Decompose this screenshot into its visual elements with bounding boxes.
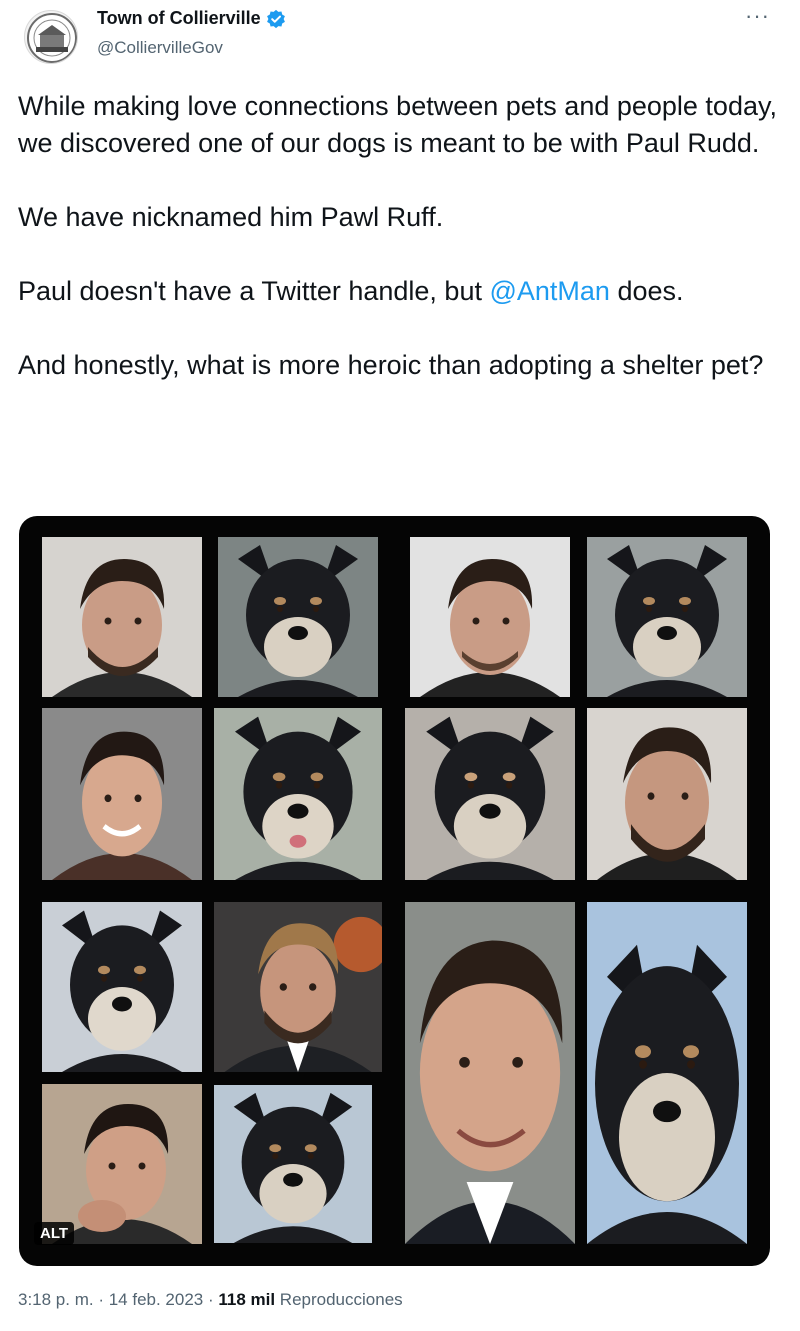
person-photo-icon (405, 902, 575, 1244)
person-photo-icon (42, 708, 202, 880)
photo-person[interactable] (42, 537, 202, 697)
person-photo-icon (587, 708, 747, 880)
verified-badge-icon (266, 9, 285, 28)
person-photo-icon (42, 1084, 202, 1244)
tweet-paragraph: We have nicknamed him Pawl Ruff. (18, 202, 444, 232)
photo-dog[interactable] (42, 902, 202, 1072)
separator: · (93, 1290, 109, 1309)
separator: · (203, 1290, 219, 1309)
text-fragment: Paul doesn't have a Twitter handle, but (18, 276, 490, 306)
dog-photo-icon (42, 902, 202, 1072)
text-fragment: does. (609, 276, 684, 306)
dog-photo-icon (587, 537, 747, 697)
photo-person[interactable] (214, 902, 382, 1072)
tweet-date[interactable]: 14 feb. 2023 (109, 1290, 204, 1309)
tweet-text: While making love connections between pe… (18, 88, 780, 421)
tweet-metadata: 3:18 p. m. · 14 feb. 2023 · 118 mil Repr… (18, 1290, 403, 1310)
views-count: 118 mil (218, 1290, 276, 1309)
person-photo-icon (42, 537, 202, 697)
town-seal-icon (27, 13, 77, 63)
display-name[interactable]: Town of Collierville (97, 8, 261, 29)
photo-person[interactable] (42, 708, 202, 880)
photo-dog[interactable] (405, 708, 575, 880)
account-handle[interactable]: @ColliervilleGov (97, 38, 223, 58)
person-photo-icon (410, 537, 570, 697)
dog-photo-icon (214, 708, 382, 880)
person-photo-icon (214, 902, 382, 1072)
photo-person[interactable] (405, 902, 575, 1244)
views-label: Reproducciones (275, 1290, 403, 1309)
photo-dog[interactable] (214, 708, 382, 880)
tweet-paragraph: And honestly, what is more heroic than a… (18, 350, 764, 380)
photo-person[interactable] (42, 1084, 202, 1244)
photo-person[interactable] (405, 537, 575, 697)
tweet-time[interactable]: 3:18 p. m. (18, 1290, 94, 1309)
dog-photo-icon (587, 902, 747, 1244)
media-collage[interactable] (19, 516, 770, 1266)
tweet-paragraph: While making love connections between pe… (18, 91, 777, 158)
alt-text-badge[interactable]: ALT (34, 1222, 75, 1245)
dog-photo-icon (405, 708, 575, 880)
more-options-icon[interactable]: ··· (745, 5, 770, 27)
dog-photo-icon (218, 537, 378, 697)
tweet-paragraph: Paul doesn't have a Twitter handle, but … (18, 273, 780, 310)
photo-dog[interactable] (587, 902, 747, 1244)
dog-photo-icon (214, 1085, 372, 1243)
mention-link[interactable]: @AntMan (489, 276, 609, 306)
photo-person[interactable] (587, 708, 747, 880)
photo-dog[interactable] (214, 537, 382, 697)
avatar[interactable] (24, 10, 78, 64)
photo-dog[interactable] (214, 1084, 372, 1244)
photo-dog[interactable] (587, 537, 747, 697)
